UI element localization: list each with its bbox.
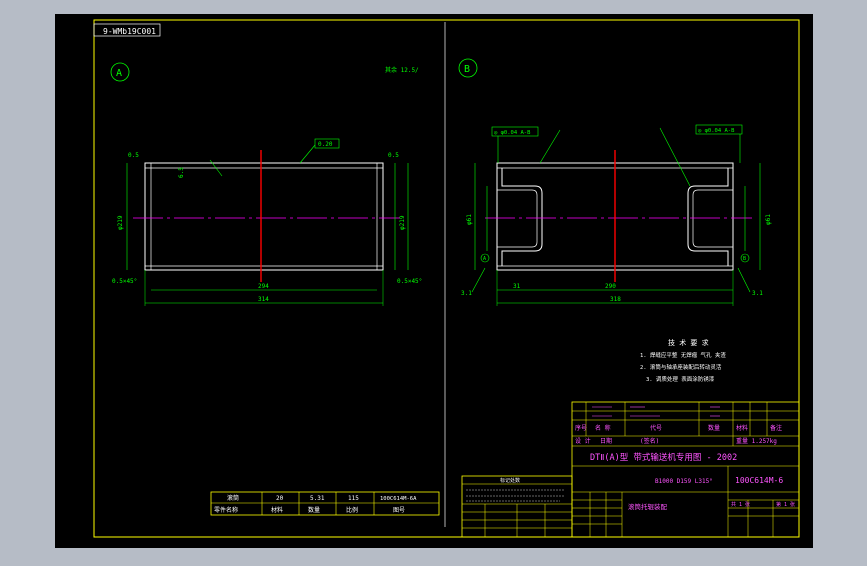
tb-sheet-2: 第 1 张 <box>776 501 795 508</box>
flatness-a: 0.20 <box>318 141 333 148</box>
drawing-sheet <box>55 14 813 548</box>
wall-a-note: 6.5 <box>178 167 185 178</box>
tb-project-title: DTⅡ(A)型 带式输送机专用图 - 2002 <box>590 452 737 463</box>
tb-weight-1: 设 计 <box>575 437 591 445</box>
dim-a-dia-left: φ219 <box>117 215 124 230</box>
view-a-roughness: 其余 12.5/ <box>385 66 419 74</box>
datum-b-right: B <box>743 256 746 262</box>
parts-r2-c2: 材料 <box>271 506 283 514</box>
parts-r2-c4: 比例 <box>346 506 358 514</box>
tech-req-line-3: 3. 调质处理 表面涂防锈漆 <box>646 375 715 383</box>
change-table-title: 标记处数 <box>500 477 520 484</box>
parts-r2-c3: 数量 <box>308 506 320 514</box>
dim-b-dia-right: φ61 <box>765 214 772 225</box>
tb-mid-2: 名 称 <box>595 424 611 432</box>
tb-sheet-1: 共 1 张 <box>731 501 750 508</box>
tech-req-line-2: 2. 滚筒与轴承座装配后转动灵活 <box>640 363 722 371</box>
dim-a-outer: 314 <box>258 296 269 303</box>
tb-weight-2: 日期 <box>600 437 612 445</box>
dim-a-inner: 294 <box>258 283 269 290</box>
cad-drawing: 9-WMb19C001 A 其余 12.5/ 294 314 φ219 φ219… <box>55 14 813 548</box>
chamfer-a-left: 0.5×45° <box>112 278 137 285</box>
datum-b-left: A <box>483 256 486 262</box>
edge-a-right: 0.5 <box>388 152 399 159</box>
tb-weight-4: 重量 1.257kg <box>736 437 777 445</box>
dim-b-outer: 318 <box>610 296 621 303</box>
tb-weight-3: (签名) <box>640 437 659 445</box>
drawing-number: 9-WMb19C001 <box>103 27 156 36</box>
view-a-label: A <box>116 68 122 79</box>
dim-b-inner: 290 <box>605 283 616 290</box>
tb-mid-4: 数量 <box>708 424 720 432</box>
view-b-label: B <box>464 64 470 75</box>
tech-req-line-1: 1. 焊缝应平整 无焊瘤 气孔 夹渣 <box>640 351 726 359</box>
tb-mid-5: 材料 <box>736 424 748 432</box>
tb-drawing-code: 100C614M-6 <box>735 476 783 485</box>
parts-r1-c5: 100C614M-6A <box>380 496 417 502</box>
drawing-viewport: 9-WMb19C001 A 其余 12.5/ 294 314 φ219 φ219… <box>0 0 867 562</box>
tol-b-right: ◎ φ0.04 A-B <box>698 128 735 134</box>
dim-b-dia-left: φ61 <box>466 214 473 225</box>
tb-mid-3: 代号 <box>650 424 662 432</box>
tech-req-title: 技 术 要 求 <box>668 338 709 347</box>
tb-mid-1: 序号 <box>575 424 587 432</box>
tb-part-name: 滚筒托辊装配 <box>628 502 668 511</box>
parts-r1-c2: 20 <box>276 495 284 502</box>
chamfer-a-right: 0.5×45° <box>397 278 422 285</box>
side-mark-b-left: 3.1 <box>461 290 472 297</box>
parts-r1-c1: 滚筒 <box>227 494 239 502</box>
parts-r1-c4: 115 <box>348 495 359 502</box>
side-mark-b-right: 3.1 <box>752 290 763 297</box>
parts-r2-c5: 图号 <box>393 507 405 514</box>
tol-b-left: ◎ φ0.04 A-B <box>494 130 531 136</box>
parts-r2-c1: 零件名称 <box>214 506 238 514</box>
parts-r1-c3: 5.31 <box>310 495 325 502</box>
dim-b-flange: 31 <box>513 283 521 290</box>
tb-spec: B1000 D159 L315° <box>655 478 713 485</box>
tb-mid-6: 备注 <box>770 424 782 432</box>
dim-a-dia-right: φ219 <box>399 215 406 230</box>
edge-a-left: 0.5 <box>128 152 139 159</box>
